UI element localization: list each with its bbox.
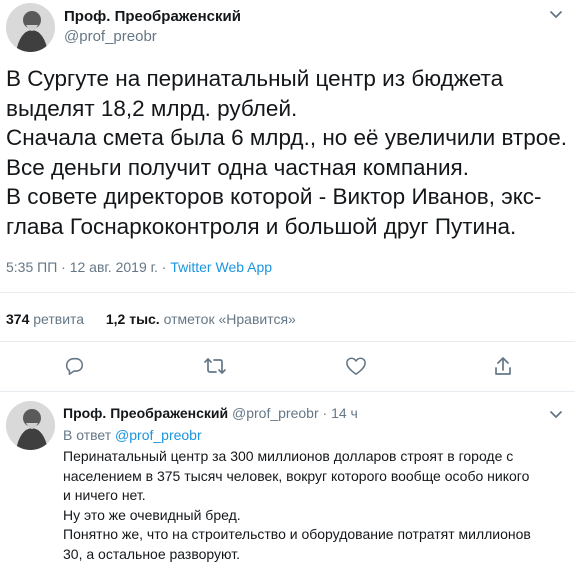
reply-line: Ну это же очевидный бред. <box>63 506 241 523</box>
meta-separator: · <box>157 259 171 275</box>
in-reply-to: В ответ @prof_preobr <box>63 427 202 443</box>
chevron-down-icon[interactable] <box>548 6 564 22</box>
avatar-image <box>6 3 55 52</box>
tweet-line: В совете директоров которой - Виктор Ива… <box>6 184 542 209</box>
likes-label: отметок «Нравится» <box>163 311 296 327</box>
share-icon[interactable] <box>493 355 513 377</box>
reply-author-name[interactable]: Проф. Преображенский <box>63 405 228 421</box>
meta-separator: · <box>57 259 70 275</box>
reply-author-handle[interactable]: @prof_preobr <box>232 405 319 421</box>
reply-age[interactable]: 14 ч <box>331 405 358 421</box>
author-name[interactable]: Проф. Преображенский <box>64 8 241 25</box>
tweet-line: В Сургуте на перинатальный центр из бюдж… <box>6 66 504 91</box>
reply-line: и ничего нет. <box>63 487 146 503</box>
reply-author-avatar[interactable] <box>6 401 55 450</box>
tweet-meta: 5:35 ПП · 12 авг. 2019 г. · Twitter Web … <box>6 259 272 275</box>
author-handle[interactable]: @prof_preobr <box>64 28 157 45</box>
retweets-count: 374 <box>6 311 30 327</box>
tweet-line: глава Госнаркоконтроля и большой друг Пу… <box>6 213 517 239</box>
reply-line: Перинатальный центр за 300 миллионов дол… <box>63 448 514 464</box>
divider <box>0 292 575 293</box>
reply-dot: · <box>322 405 328 421</box>
likes-stat[interactable]: 1,2 тыс. отметок «Нравится» <box>106 311 296 327</box>
author-avatar[interactable] <box>6 3 55 52</box>
reply-line: населением в 375 тысяч человек, вокруг к… <box>63 467 530 484</box>
in-reply-handle-link[interactable]: @prof_preobr <box>115 427 202 443</box>
chevron-down-icon[interactable] <box>548 406 564 422</box>
divider <box>0 391 575 392</box>
reply-text: Перинатальный центр за 300 миллионов дол… <box>63 447 531 564</box>
tweet-date[interactable]: 12 авг. 2019 г. <box>70 259 158 275</box>
tweet-line: Все деньги получит одна частная компания… <box>6 154 469 180</box>
tweet-line: Сначала смета была 6 млрд., но её увелич… <box>6 125 567 150</box>
tweet-time[interactable]: 5:35 ПП <box>6 259 57 275</box>
tweet-line: выделят 18,2 млрд. рублей. <box>6 95 298 121</box>
reply-line: Понятно же, что на строительство и обору… <box>63 526 531 542</box>
tweet-stats: 374 ретвита 1,2 тыс. отметок «Нравится» <box>6 311 296 327</box>
retweet-icon[interactable] <box>203 356 227 376</box>
retweets-label: ретвита <box>33 311 85 327</box>
likes-count: 1,2 тыс. <box>105 311 160 327</box>
like-icon[interactable] <box>345 356 367 376</box>
in-reply-prefix: В ответ <box>63 427 112 443</box>
tweet-source-link[interactable]: Twitter Web App <box>170 259 272 275</box>
reply-icon[interactable] <box>63 355 85 377</box>
reply-line: 30, а остальное разворуют. <box>63 545 240 562</box>
avatar-image <box>6 401 55 450</box>
tweet-text: В Сургуте на перинатальный центр из бюдж… <box>6 64 567 241</box>
retweets-stat[interactable]: 374 ретвита <box>6 311 84 327</box>
divider <box>0 341 575 342</box>
reply-header: Проф. Преображенский @prof_preobr · 14 ч <box>63 405 358 421</box>
